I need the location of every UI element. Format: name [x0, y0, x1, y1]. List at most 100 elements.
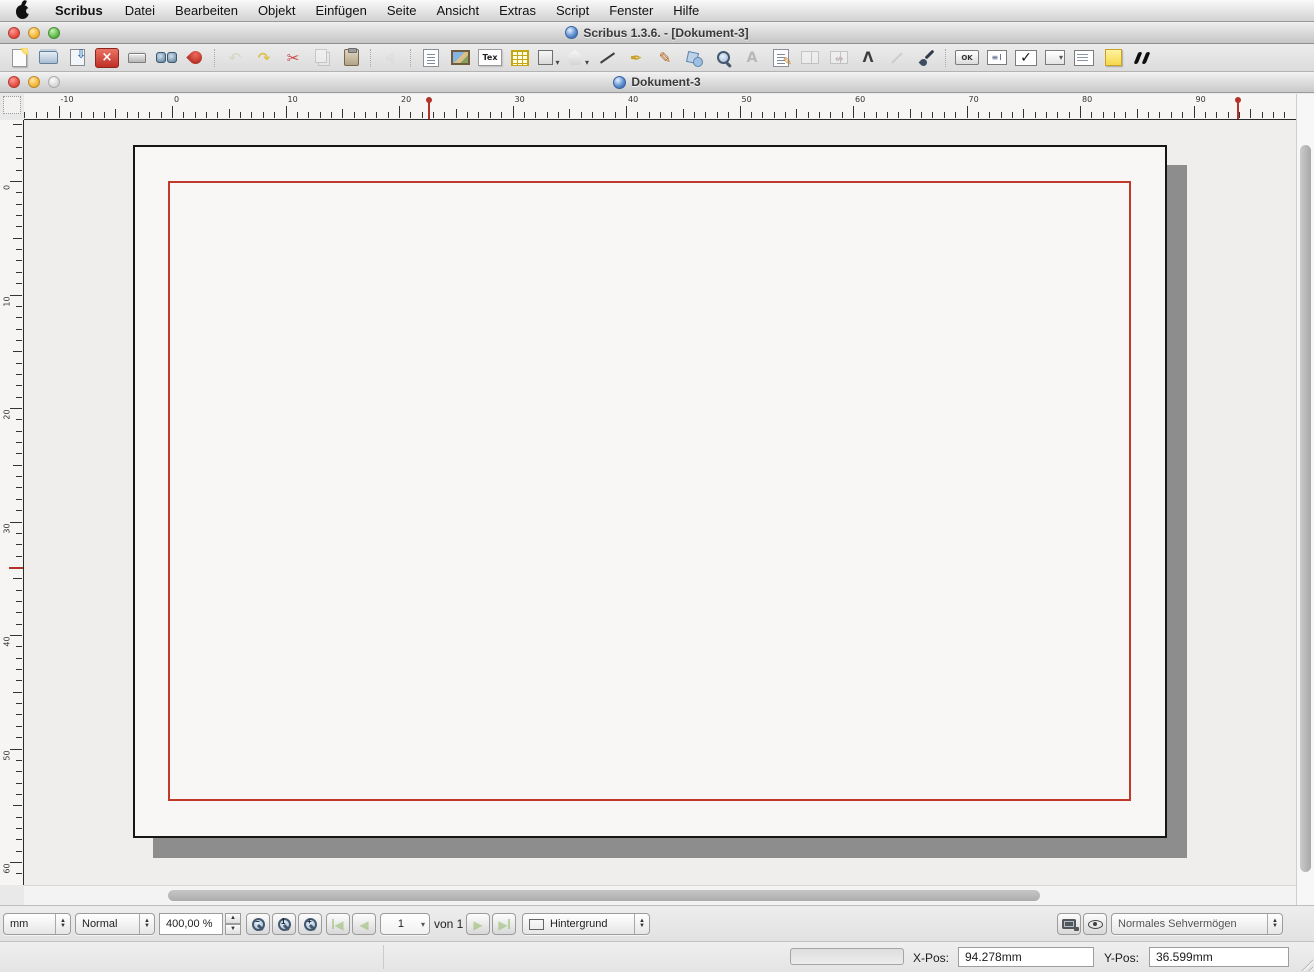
canvas[interactable] [24, 120, 1296, 885]
zoom-spinner[interactable]: ▲▼ [225, 913, 241, 935]
vertical-scrollbar[interactable] [1296, 94, 1314, 905]
vertical-scrollbar-thumb[interactable] [1300, 145, 1311, 872]
ruler-tick [16, 726, 22, 727]
page-select[interactable]: 1 ▾ [380, 913, 430, 935]
export-pdf-icon[interactable] [184, 46, 206, 70]
zoom-tool-icon[interactable] [712, 46, 734, 70]
horizontal-scrollbar-thumb[interactable] [168, 890, 1040, 901]
menu-script[interactable]: Script [546, 0, 599, 21]
zoom-window-button[interactable] [48, 27, 60, 39]
minimize-document-button[interactable] [28, 76, 40, 88]
pdf-list-box-icon[interactable] [1073, 46, 1095, 70]
paste-icon[interactable] [340, 46, 362, 70]
zoom-in-button[interactable]: + [298, 913, 322, 935]
horizontal-scrollbar[interactable] [24, 885, 1296, 905]
next-page-button[interactable]: ▶ [466, 913, 490, 935]
quality-select[interactable]: Normal ▲▼ [75, 913, 155, 935]
vision-select[interactable]: Normales Sehvermögen ▲▼ [1111, 913, 1283, 935]
edit-contents-icon[interactable]: A [741, 46, 763, 70]
ruler-tick [16, 737, 22, 738]
close-document-button[interactable] [8, 76, 20, 88]
open-document-icon[interactable] [37, 46, 59, 70]
ruler-tick [762, 112, 763, 118]
zoom-reset-button[interactable]: 1 [272, 913, 296, 935]
resize-grip-icon[interactable] [1298, 956, 1313, 971]
ruler-tick [796, 109, 797, 118]
cut-icon[interactable]: ✂ [282, 46, 304, 70]
horizontal-ruler[interactable]: -100102030405060708090 [24, 94, 1296, 120]
menu-ansicht[interactable]: Ansicht [426, 0, 489, 21]
undo-icon[interactable]: ↶ [224, 46, 246, 70]
insert-image-frame-icon[interactable] [449, 46, 471, 70]
ruler-label: 60 [855, 95, 865, 104]
ruler-tick [467, 112, 468, 118]
first-page-button[interactable]: ◀ [326, 913, 350, 935]
measurements-icon[interactable]: Λ [857, 46, 879, 70]
rotate-item-icon[interactable] [683, 46, 705, 70]
ruler-tick [127, 112, 128, 118]
insert-render-frame-icon[interactable]: Tex [478, 49, 502, 66]
insert-shape-icon[interactable]: ▾ [538, 46, 560, 70]
layer-select[interactable]: Hintergrund ▲▼ [522, 913, 650, 935]
print-document-icon[interactable] [126, 46, 148, 70]
previous-page-button[interactable]: ◀ [352, 913, 376, 935]
minimize-window-button[interactable] [28, 27, 40, 39]
new-document-icon[interactable] [8, 46, 30, 70]
copy-icon[interactable] [311, 46, 333, 70]
menu-fenster[interactable]: Fenster [599, 0, 663, 21]
pdf-push-button-icon[interactable]: OK [955, 50, 979, 65]
bottom-control-bar: mm ▲▼ Normal ▲▼ 400,00 % ▲▼ − 1 + ◀ ◀ 1 … [0, 905, 1314, 941]
ruler-tick [93, 112, 94, 118]
copy-item-properties-icon[interactable] [886, 46, 908, 70]
insert-bezier-curve-icon[interactable]: ✒ [625, 46, 647, 70]
pdf-link-icon[interactable] [1131, 46, 1153, 70]
insert-freehand-line-icon[interactable]: ✎ [654, 46, 676, 70]
menu-hilfe[interactable]: Hilfe [663, 0, 709, 21]
close-window-button[interactable] [8, 27, 20, 39]
pdf-combo-box-icon[interactable] [1044, 46, 1066, 70]
menu-bearbeiten[interactable]: Bearbeiten [165, 0, 248, 21]
last-page-button[interactable]: ▶ [492, 913, 516, 935]
preview-mode-button[interactable] [1057, 913, 1081, 935]
y-pos-label: Y-Pos: [1104, 951, 1139, 965]
preflight-verifier-icon[interactable] [155, 46, 177, 70]
insert-line-icon[interactable] [596, 46, 618, 70]
vertical-ruler[interactable]: 0102030405060 [0, 120, 24, 885]
ruler-tick [16, 544, 22, 545]
window-titlebar[interactable]: Scribus 1.3.6. - [Dokument-3] [0, 22, 1314, 44]
close-document-icon[interactable]: × [95, 48, 119, 68]
apple-menu-icon[interactable] [16, 5, 29, 19]
spin-up-icon[interactable]: ▲ [225, 913, 241, 924]
select-item-icon[interactable] [380, 46, 402, 70]
redo-icon[interactable]: ↷ [253, 46, 275, 70]
save-document-icon[interactable] [66, 46, 88, 70]
menu-datei[interactable]: Datei [115, 0, 165, 21]
unlink-text-frames-icon[interactable] [828, 46, 850, 70]
ruler-origin-box[interactable] [3, 96, 21, 114]
eye-dropper-icon[interactable] [915, 46, 937, 70]
menu-einfgen[interactable]: Einfügen [306, 0, 377, 21]
menu-seite[interactable]: Seite [377, 0, 427, 21]
pdf-check-box-icon[interactable]: ✓ [1015, 50, 1037, 66]
menu-scribus[interactable]: Scribus [43, 0, 115, 21]
visual-appearance-button[interactable] [1083, 913, 1107, 935]
page[interactable] [133, 145, 1167, 838]
link-text-frames-icon[interactable] [799, 46, 821, 70]
insert-polygon-icon[interactable]: ▾ [567, 46, 589, 70]
menu-extras[interactable]: Extras [489, 0, 546, 21]
menu-objekt[interactable]: Objekt [248, 0, 306, 21]
ruler-label: 40 [3, 635, 12, 649]
pdf-text-field-icon[interactable] [986, 46, 1008, 70]
insert-table-icon[interactable] [509, 46, 531, 70]
insert-text-frame-icon[interactable] [420, 46, 442, 70]
zoom-level-input[interactable]: 400,00 % [159, 913, 223, 935]
zoom-out-button[interactable]: − [246, 913, 270, 935]
spin-down-icon[interactable]: ▼ [225, 924, 241, 935]
pdf-annotation-icon[interactable] [1102, 46, 1124, 70]
quality-select-value: Normal [76, 918, 139, 930]
unit-select[interactable]: mm ▲▼ [3, 913, 71, 935]
ruler-tick [342, 109, 343, 118]
ruler-tick [513, 106, 514, 118]
story-editor-icon[interactable] [770, 46, 792, 70]
document-titlebar[interactable]: Dokument-3 [0, 72, 1314, 93]
